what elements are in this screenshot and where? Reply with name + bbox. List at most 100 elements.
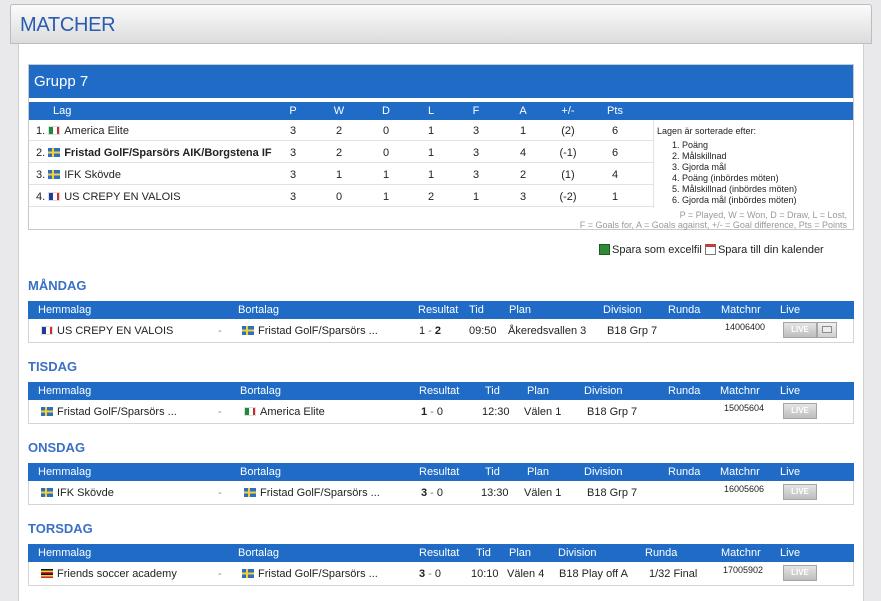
col-live: Live [780,304,801,316]
standings-row[interactable]: 3. IFK Skövde 3 1 1 1 3 2 (1) 4 [29,164,653,185]
flag-icon [41,326,53,335]
match-row[interactable]: Fristad GolF/Sparsörs ... - America Elite 1… [28,400,854,424]
match-plan[interactable]: Välen 4 [507,568,544,580]
score-away: 0 [436,487,444,499]
col-home: Hemmalag [38,304,92,316]
tv-stream-button[interactable] [817,322,837,338]
day-title: TORSDAG [28,521,93,536]
away-team-name[interactable]: Fristad GolF/Sparsörs ... [258,325,378,337]
stats-legend: P = Played, W = Won, D = Draw, L = Lost,… [580,210,847,230]
team-name[interactable]: US CREPY EN VALOIS [64,191,180,203]
team-cell[interactable]: 3. IFK Skövde [36,169,121,181]
team-name[interactable]: Fristad GolF/Sparsörs AIK/Borgstena IF [64,147,271,159]
standings-row[interactable]: 2. Fristad GolF/Sparsörs AIK/Borgstena IF… [29,142,653,163]
match-division[interactable]: B18 Grp 7 [587,487,637,499]
away-team-name[interactable]: Fristad GolF/Sparsörs ... [258,568,378,580]
flag-icon [242,326,254,335]
col-diff: +/- [561,105,575,117]
standings-row[interactable]: 1. America Elite 3 2 0 1 3 1 (2) 6 [29,120,653,141]
match-row[interactable]: Friends soccer academy - Fristad GolF/Spar… [28,562,854,586]
sorting-title: Lagen är sorterade efter: [657,126,757,136]
day-title: TISDAG [28,359,78,374]
sorting-item: 2. Målskillnad [672,151,727,161]
col-round: Runda [645,547,678,559]
excel-icon [599,244,610,255]
vs-separator: - [218,325,222,337]
team-cell[interactable]: 1. America Elite [36,125,129,137]
match-division[interactable]: B18 Grp 7 [587,406,637,418]
away-team-name[interactable]: Fristad GolF/Sparsörs ... [260,487,380,499]
team-cell[interactable]: 4. US CREPY EN VALOIS [36,191,181,203]
home-team[interactable]: Friends soccer academy [41,568,177,580]
tv-icon [822,326,832,333]
col-time: Tid [485,466,500,478]
score-away: 0 [434,568,442,580]
match-result[interactable]: 1 - 0 [421,406,443,418]
home-team-name[interactable]: Fristad GolF/Sparsörs ... [57,406,177,418]
away-team[interactable]: America Elite [244,406,325,418]
stat-diff: (-2) [559,191,577,203]
col-plan: Plan [527,385,550,397]
matches-header: Hemmalag Bortalag Resultat Tid Plan Division R… [28,463,854,481]
live-button[interactable]: LIVE [783,322,817,338]
team-cell[interactable]: 2. Fristad GolF/Sparsörs AIK/Borgstena IF [36,147,272,159]
match-result[interactable]: 3 - 0 [421,487,443,499]
col-division: Division [603,304,642,316]
match-time: 09:50 [469,325,497,337]
away-team[interactable]: Fristad GolF/Sparsörs ... [244,487,380,499]
col-away: Bortalag [238,547,279,559]
team-rank: 1. [36,125,46,137]
live-button[interactable]: LIVE [783,484,817,500]
flag-icon [48,126,61,135]
stat-p: 3 [289,125,297,137]
away-team[interactable]: Fristad GolF/Sparsörs ... [242,568,378,580]
home-team[interactable]: IFK Skövde [41,487,114,499]
stat-w: 1 [335,169,343,181]
home-team-name[interactable]: US CREPY EN VALOIS [57,325,173,337]
score-separator: - [427,487,437,499]
team-name[interactable]: IFK Skövde [64,169,121,181]
match-row[interactable]: IFK Skövde - Fristad GolF/Sparsörs ... 3 - … [28,481,854,505]
home-team[interactable]: Fristad GolF/Sparsörs ... [41,406,177,418]
sorting-item: 4. Poäng (inbördes möten) [672,173,779,183]
matches-header: Hemmalag Bortalag Resultat Tid Plan Division R… [28,544,854,562]
match-division[interactable]: B18 Grp 7 [607,325,657,337]
match-result[interactable]: 1 - 2 [419,325,441,337]
away-team-name[interactable]: America Elite [260,406,325,418]
standings-row[interactable]: 4. US CREPY EN VALOIS 3 0 1 2 1 3 (-2) 1 [29,186,653,207]
live-button[interactable]: LIVE [783,403,817,419]
col-live: Live [780,385,801,397]
flag-icon [244,407,256,416]
away-team[interactable]: Fristad GolF/Sparsörs ... [242,325,378,337]
stat-pts: 6 [611,147,619,159]
stat-f: 3 [472,125,480,137]
col-away: Bortalag [238,304,279,316]
home-team-name[interactable]: Friends soccer academy [57,568,177,580]
col-result: Resultat [419,547,460,559]
col-d: D [382,105,390,117]
team-name[interactable]: America Elite [64,125,129,137]
col-plan: Plan [509,304,532,316]
home-team-name[interactable]: IFK Skövde [57,487,114,499]
page-header: MATCHER [10,4,872,44]
group-title: Grupp 7 [29,65,853,98]
match-result[interactable]: 3 - 0 [419,568,441,580]
stat-p: 3 [289,147,297,159]
home-team[interactable]: US CREPY EN VALOIS [41,325,173,337]
col-result: Resultat [419,385,460,397]
match-plan[interactable]: Välen 1 [524,487,561,499]
save-calendar-link[interactable]: Spara till din kalender [718,244,824,256]
match-row[interactable]: US CREPY EN VALOIS - Fristad GolF/Sparsörs… [28,319,854,343]
match-plan[interactable]: Välen 1 [524,406,561,418]
flag-icon [41,488,53,497]
live-button[interactable]: LIVE [783,565,817,581]
flag-icon [242,569,254,578]
match-plan[interactable]: Åkeredsvallen 3 [508,325,586,337]
stat-a: 1 [519,125,527,137]
save-excel-link[interactable]: Spara som excelfil [612,244,702,256]
stat-d: 1 [382,191,390,203]
group-standings: Grupp 7 Lag P W D L F A +/- Pts 1. Americ… [28,64,854,230]
match-division[interactable]: B18 Play off A [559,568,628,580]
day-title: ONSDAG [28,440,86,455]
export-actions: Spara som excelfil Spara till din kalend… [599,244,824,256]
